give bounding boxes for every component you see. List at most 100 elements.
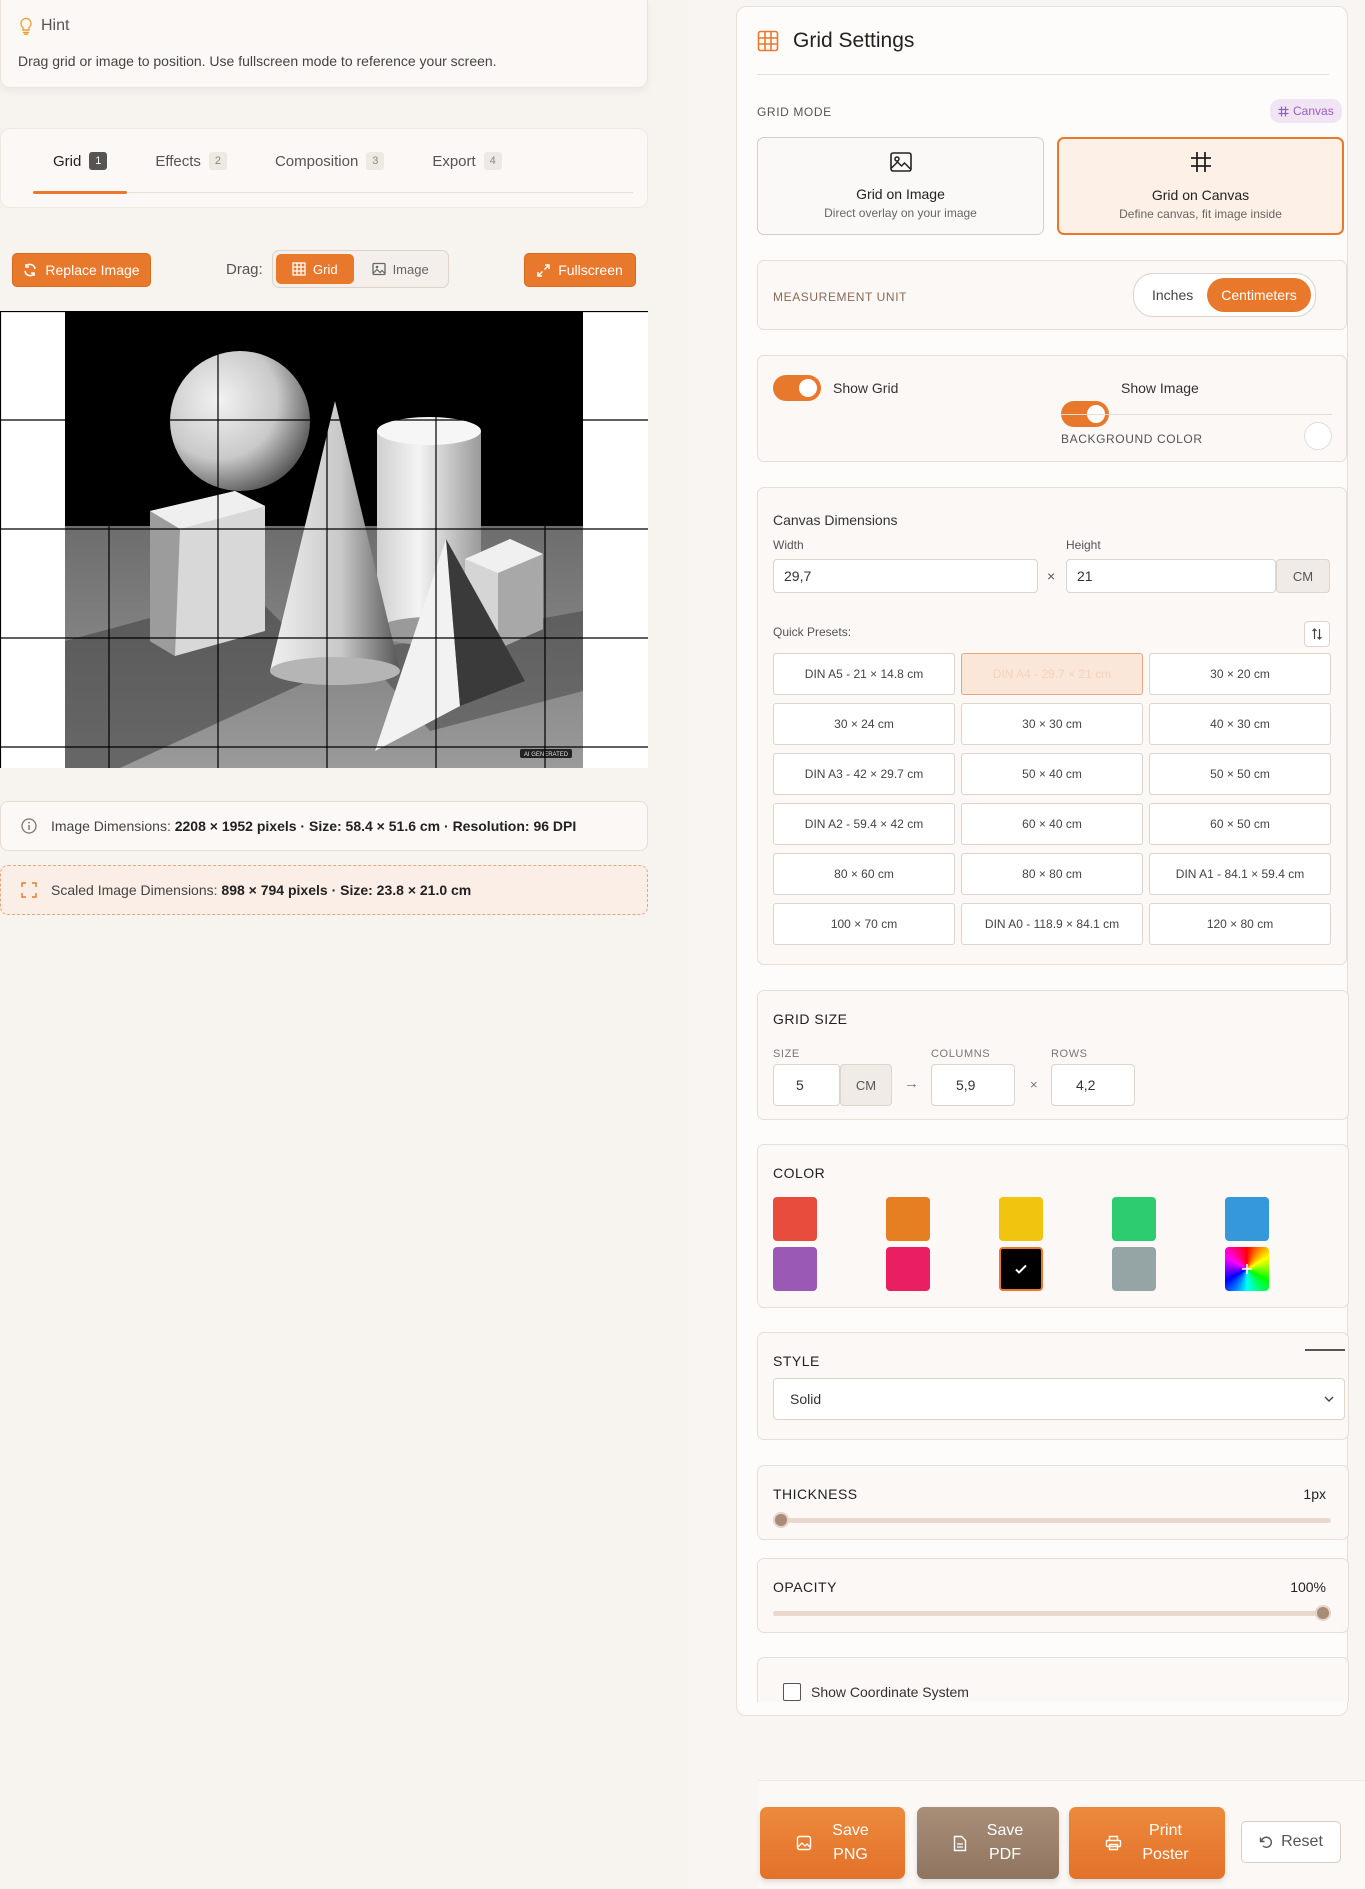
- unit-centimeters-option[interactable]: Centimeters: [1207, 278, 1311, 312]
- opacity-slider-handle[interactable]: [1315, 1605, 1331, 1621]
- grid-size-input[interactable]: 5: [773, 1064, 840, 1106]
- printer-icon: [1105, 1835, 1122, 1851]
- grid-size-section: GRID SIZE SIZE COLUMNS ROWS 5 CM → 5,9 ×…: [757, 990, 1349, 1120]
- canvas-dimensions-title: Canvas Dimensions: [773, 512, 898, 528]
- arrow-right-icon: →: [904, 1075, 919, 1092]
- columns-label: COLUMNS: [931, 1048, 991, 1060]
- grid-mode-label: GRID MODE: [757, 105, 832, 119]
- color-section: COLOR: [757, 1144, 1349, 1308]
- hint-title-row: Hint: [19, 17, 69, 35]
- reference-image: AI GENERATED: [65, 311, 583, 768]
- background-color-swatch[interactable]: [1304, 422, 1332, 450]
- preset-button[interactable]: 30 × 20 cm: [1149, 653, 1331, 695]
- swap-orientation-button[interactable]: [1304, 621, 1330, 647]
- opacity-slider[interactable]: [773, 1611, 1331, 1616]
- canvas-dimensions-section: Canvas Dimensions Width Height 29,7 × 21…: [757, 487, 1347, 965]
- hash-icon: [1278, 106, 1289, 117]
- preset-button[interactable]: 50 × 40 cm: [961, 753, 1143, 795]
- mode-grid-on-canvas[interactable]: Grid on Canvas Define canvas, fit image …: [1057, 137, 1344, 235]
- custom-color-picker[interactable]: [1225, 1247, 1269, 1291]
- columns-input[interactable]: 5,9: [931, 1064, 1015, 1106]
- height-label: Height: [1066, 538, 1101, 552]
- drag-image-option[interactable]: Image: [356, 254, 445, 284]
- lightbulb-icon: [19, 17, 33, 35]
- width-input[interactable]: 29,7: [773, 559, 1038, 593]
- color-title: COLOR: [773, 1165, 826, 1181]
- preset-button[interactable]: DIN A1 - 84.1 × 59.4 cm: [1149, 853, 1331, 895]
- preset-button[interactable]: 80 × 60 cm: [773, 853, 955, 895]
- replace-image-button[interactable]: Replace Image: [12, 253, 151, 287]
- unit-toggle: Inches Centimeters: [1133, 273, 1316, 317]
- color-swatch-orange[interactable]: [886, 1197, 930, 1241]
- image-file-icon: [796, 1835, 812, 1851]
- preset-button[interactable]: 60 × 50 cm: [1149, 803, 1331, 845]
- preset-button[interactable]: DIN A2 - 59.4 × 42 cm: [773, 803, 955, 845]
- canvas-preview[interactable]: AI GENERATED: [0, 311, 648, 768]
- undo-icon: [1259, 1835, 1273, 1849]
- tab-effects[interactable]: Effects 2: [135, 129, 247, 193]
- save-png-button[interactable]: Save PNG: [760, 1807, 905, 1879]
- fullscreen-button[interactable]: Fullscreen: [524, 253, 636, 287]
- tab-export[interactable]: Export 4: [412, 129, 521, 193]
- preset-button[interactable]: DIN A5 - 21 × 14.8 cm: [773, 653, 955, 695]
- scaled-dimensions-card: Scaled Image Dimensions: 898 × 794 pixel…: [0, 865, 648, 915]
- save-pdf-button[interactable]: Save PDF: [917, 1807, 1059, 1879]
- tab-composition[interactable]: Composition 3: [255, 129, 404, 193]
- refresh-icon: [23, 263, 37, 277]
- coordinate-system-checkbox[interactable]: [783, 1683, 801, 1701]
- tab-grid[interactable]: Grid 1: [33, 129, 128, 194]
- height-input[interactable]: 21: [1066, 559, 1276, 593]
- reset-button[interactable]: Reset: [1241, 1821, 1341, 1863]
- unit-inches-option[interactable]: Inches: [1138, 278, 1207, 312]
- grid-size-unit: CM: [840, 1064, 892, 1106]
- color-swatch-yellow[interactable]: [999, 1197, 1043, 1241]
- preset-button-selected[interactable]: DIN A4 - 29.7 × 21 cm: [961, 653, 1143, 695]
- scaled-dimensions-label: Scaled Image Dimensions:: [51, 882, 218, 898]
- color-swatch-gray[interactable]: [1112, 1247, 1156, 1291]
- mode-grid-on-image[interactable]: Grid on Image Direct overlay on your ima…: [757, 137, 1044, 235]
- preset-button[interactable]: DIN A3 - 42 × 29.7 cm: [773, 753, 955, 795]
- preset-button[interactable]: 30 × 30 cm: [961, 703, 1143, 745]
- drag-grid-option[interactable]: Grid: [276, 254, 354, 284]
- color-swatch-black-selected[interactable]: [999, 1247, 1043, 1291]
- preset-button[interactable]: 100 × 70 cm: [773, 903, 955, 945]
- preset-button[interactable]: 80 × 80 cm: [961, 853, 1143, 895]
- image-dimensions-value: 2208 × 1952 pixels · Size: 58.4 × 51.6 c…: [174, 818, 577, 834]
- color-swatch-pink[interactable]: [886, 1247, 930, 1291]
- measurement-unit-section: MEASUREMENT UNIT Inches Centimeters: [757, 260, 1347, 330]
- preset-button[interactable]: DIN A0 - 118.9 × 84.1 cm: [961, 903, 1143, 945]
- thickness-slider-handle[interactable]: [773, 1512, 789, 1528]
- drag-mode-toggle: Grid Image: [272, 250, 449, 288]
- hint-card: Hint Drag grid or image to position. Use…: [0, 0, 648, 88]
- thickness-slider[interactable]: [773, 1518, 1331, 1523]
- opacity-section: OPACITY 100%: [757, 1558, 1349, 1633]
- rows-input[interactable]: 4,2: [1051, 1064, 1135, 1106]
- document-icon: [953, 1835, 967, 1852]
- grid-size-title: GRID SIZE: [773, 1011, 848, 1027]
- preset-button[interactable]: 30 × 24 cm: [773, 703, 955, 745]
- style-section: STYLE Solid: [757, 1332, 1349, 1440]
- preset-button[interactable]: 40 × 30 cm: [1149, 703, 1331, 745]
- preset-button[interactable]: 120 × 80 cm: [1149, 903, 1331, 945]
- swap-icon: [1311, 628, 1323, 640]
- drag-label: Drag:: [226, 261, 263, 278]
- image-dimensions-card: Image Dimensions: 2208 × 1952 pixels · S…: [0, 801, 648, 851]
- panel-title: Grid Settings: [793, 29, 915, 52]
- panel-title-row: Grid Settings: [757, 29, 914, 53]
- thickness-value: 1px: [1303, 1486, 1326, 1502]
- style-select[interactable]: Solid: [773, 1378, 1345, 1420]
- preset-button[interactable]: 60 × 40 cm: [961, 803, 1143, 845]
- color-swatch-blue[interactable]: [1225, 1197, 1269, 1241]
- times-sign: ×: [1047, 568, 1056, 584]
- visibility-divider: [1061, 414, 1332, 415]
- color-swatch-green[interactable]: [1112, 1197, 1156, 1241]
- image-dimensions-label: Image Dimensions:: [51, 818, 171, 834]
- preset-button[interactable]: 50 × 50 cm: [1149, 753, 1331, 795]
- svg-text:AI GENERATED: AI GENERATED: [524, 752, 569, 758]
- line-style-preview: [1305, 1349, 1345, 1351]
- hint-title: Hint: [41, 17, 70, 34]
- show-grid-toggle[interactable]: [773, 375, 821, 401]
- color-swatch-red[interactable]: [773, 1197, 817, 1241]
- print-poster-button[interactable]: Print Poster: [1069, 1807, 1225, 1879]
- color-swatch-purple[interactable]: [773, 1247, 817, 1291]
